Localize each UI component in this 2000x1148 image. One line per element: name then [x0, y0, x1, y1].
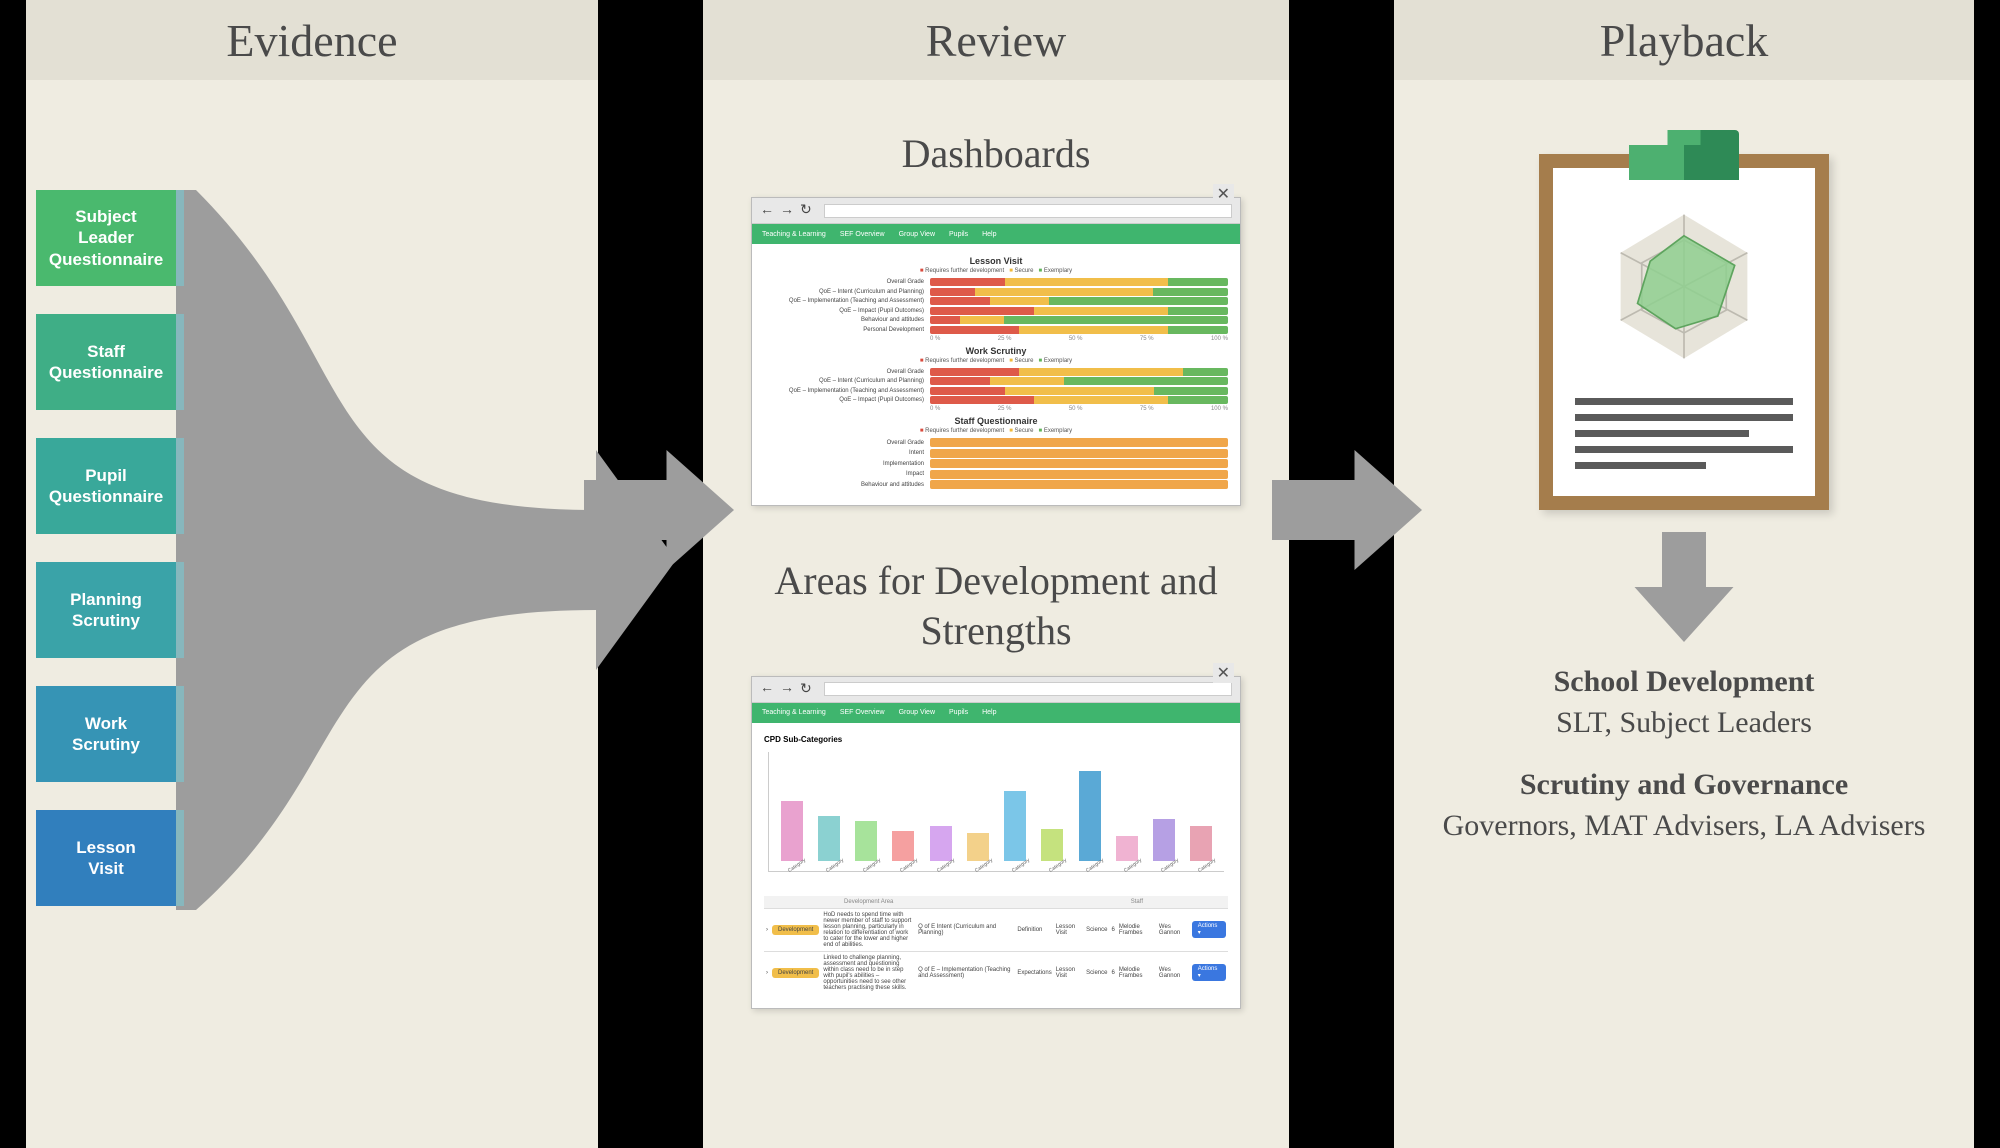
header-review: Review — [703, 0, 1289, 80]
mock-tab: Help — [982, 709, 996, 716]
mock-vbar: Category — [774, 801, 810, 871]
reload-icon: ↻ — [800, 681, 812, 698]
mock-hbar-row: QoE – Impact (Pupil Outcomes) — [764, 396, 1228, 404]
mock-bar-chart: CategoryCategoryCategoryCategoryCategory… — [768, 752, 1224, 872]
mock-tab: Group View — [899, 231, 935, 238]
mock-tab: Teaching & Learning — [762, 231, 826, 238]
mock-tab: Group View — [899, 709, 935, 716]
mock-tab: Pupils — [949, 231, 968, 238]
arrow-review-to-playback — [1272, 435, 1422, 585]
mock-hbar-row: QoE – Intent (Curriculum and Planning) — [764, 288, 1228, 296]
reload-icon: ↻ — [800, 202, 812, 219]
mock-hbar-row: QoE – Implementation (Teaching and Asses… — [764, 297, 1228, 305]
mock-hbar-row: Overall Grade — [764, 368, 1228, 376]
mock-hbar-row: Overall Grade — [764, 278, 1228, 286]
playback-group: Scrutiny and GovernanceGovernors, MAT Ad… — [1443, 765, 1926, 846]
mock-hbar-row: QoE – Intent (Curriculum and Planning) — [764, 377, 1228, 385]
mock-vbar: Category — [886, 831, 922, 871]
mock-section-title: Lesson Visit — [764, 256, 1228, 266]
mock-vbar: Category — [1109, 836, 1145, 871]
diagram-root: Evidence SubjectLeaderQuestionnaire Staff… — [0, 0, 2000, 1148]
mock-tab: SEF Overview — [840, 709, 885, 716]
mock-tab: Teaching & Learning — [762, 709, 826, 716]
playback-audiences: School DevelopmentSLT, Subject Leaders Sc… — [1443, 662, 1926, 868]
evidence-pill: PupilQuestionnaire — [36, 438, 176, 534]
mock-section-title: Work Scrutiny — [764, 346, 1228, 356]
column-evidence: Evidence SubjectLeaderQuestionnaire Staff… — [26, 0, 598, 1148]
mock-vbar: Category — [1146, 819, 1182, 871]
evidence-pill: SubjectLeaderQuestionnaire — [36, 190, 176, 286]
clipboard-clip-icon — [1629, 130, 1739, 180]
arrow-evidence-to-review — [584, 435, 734, 585]
column-review: Review Dashboards ✕ ← → ↻ Teaching & Lea… — [703, 0, 1289, 1148]
back-icon: ← — [760, 681, 774, 697]
back-icon: ← — [760, 203, 774, 219]
radar-chart-icon — [1599, 202, 1769, 371]
mock-table: Development AreaStaff ›DevelopmentHoD ne… — [764, 896, 1228, 994]
mock-hbar-row: QoE – Implementation (Teaching and Asses… — [764, 387, 1228, 395]
mock-dashboards: ✕ ← → ↻ Teaching & Learning SEF Overview G… — [751, 197, 1241, 506]
evidence-pill-stack: SubjectLeaderQuestionnaire StaffQuestionn… — [36, 190, 176, 906]
mock-areas-body: CPD Sub-Categories CategoryCategoryCateg… — [752, 723, 1240, 1008]
clipboard-report — [1539, 130, 1829, 510]
mock-vbar: Category — [1035, 829, 1071, 871]
review-section-areas: Areas for Development and Strengths — [733, 556, 1259, 656]
evidence-pill: StaffQuestionnaire — [36, 314, 176, 410]
header-evidence: Evidence — [26, 0, 598, 80]
forward-icon: → — [780, 203, 794, 219]
mock-dashboards-body: Lesson Visit Requires further development… — [752, 244, 1240, 505]
table-row: ›DevelopmentHoD needs to spend time with… — [764, 908, 1228, 951]
mock-legend: Requires further development Secure Exem… — [764, 428, 1228, 434]
review-section-dashboards: Dashboards — [902, 130, 1091, 177]
column-playback: Playback — [1394, 0, 1974, 1148]
mock-hbar-row: Behaviour and attitudes — [764, 316, 1228, 324]
mock-vbar: Category — [811, 816, 847, 871]
playback-group: School DevelopmentSLT, Subject Leaders — [1443, 662, 1926, 743]
mock-hbar-row: Implementation — [764, 459, 1228, 468]
address-bar — [824, 204, 1232, 218]
evidence-pill: PlanningScrutiny — [36, 562, 176, 658]
mock-vbar: Category — [848, 821, 884, 871]
close-icon: ✕ — [1213, 184, 1234, 204]
mock-vbar: Category — [960, 833, 996, 871]
mock-hbar-row: QoE – Impact (Pupil Outcomes) — [764, 307, 1228, 315]
mock-vbar: Category — [923, 826, 959, 871]
report-text-lines — [1575, 389, 1793, 478]
mock-hbar-row: Overall Grade — [764, 438, 1228, 447]
mock-nav-tabs: Teaching & Learning SEF Overview Group Vie… — [752, 224, 1240, 244]
mock-browser-bar: ✕ ← → ↻ — [752, 198, 1240, 224]
mock-legend: Requires further development Secure Exem… — [764, 358, 1228, 364]
mock-areas: ✕ ← → ↻ Teaching & Learning SEF Overview G… — [751, 676, 1241, 1009]
address-bar — [824, 682, 1232, 696]
mock-hbar-row: Behaviour and attitudes — [764, 480, 1228, 489]
mock-vbar: Category — [997, 791, 1033, 871]
mock-nav-tabs: Teaching & Learning SEF Overview Group Vie… — [752, 703, 1240, 723]
mock-chart-title: CPD Sub-Categories — [764, 735, 1228, 744]
mock-tab: Help — [982, 231, 996, 238]
header-playback: Playback — [1394, 0, 1974, 80]
mock-hbar-row: Impact — [764, 470, 1228, 479]
table-row: ›DevelopmentLinked to challenge planning… — [764, 951, 1228, 994]
mock-hbar-row: Intent — [764, 449, 1228, 458]
mock-tab: Pupils — [949, 709, 968, 716]
forward-icon: → — [780, 681, 794, 697]
mock-hbar-row: Personal Development — [764, 326, 1228, 334]
mock-browser-bar: ✕ ← → ↻ — [752, 677, 1240, 703]
mock-vbar: Category — [1184, 826, 1220, 871]
mock-tab: SEF Overview — [840, 231, 885, 238]
evidence-pill: LessonVisit — [36, 810, 176, 906]
evidence-pill: WorkScrutiny — [36, 686, 176, 782]
mock-vbar: Category — [1072, 771, 1108, 871]
down-arrow-icon — [1624, 532, 1744, 642]
close-icon: ✕ — [1213, 663, 1234, 683]
mock-section-title: Staff Questionnaire — [764, 416, 1228, 426]
mock-legend: Requires further development Secure Exem… — [764, 268, 1228, 274]
